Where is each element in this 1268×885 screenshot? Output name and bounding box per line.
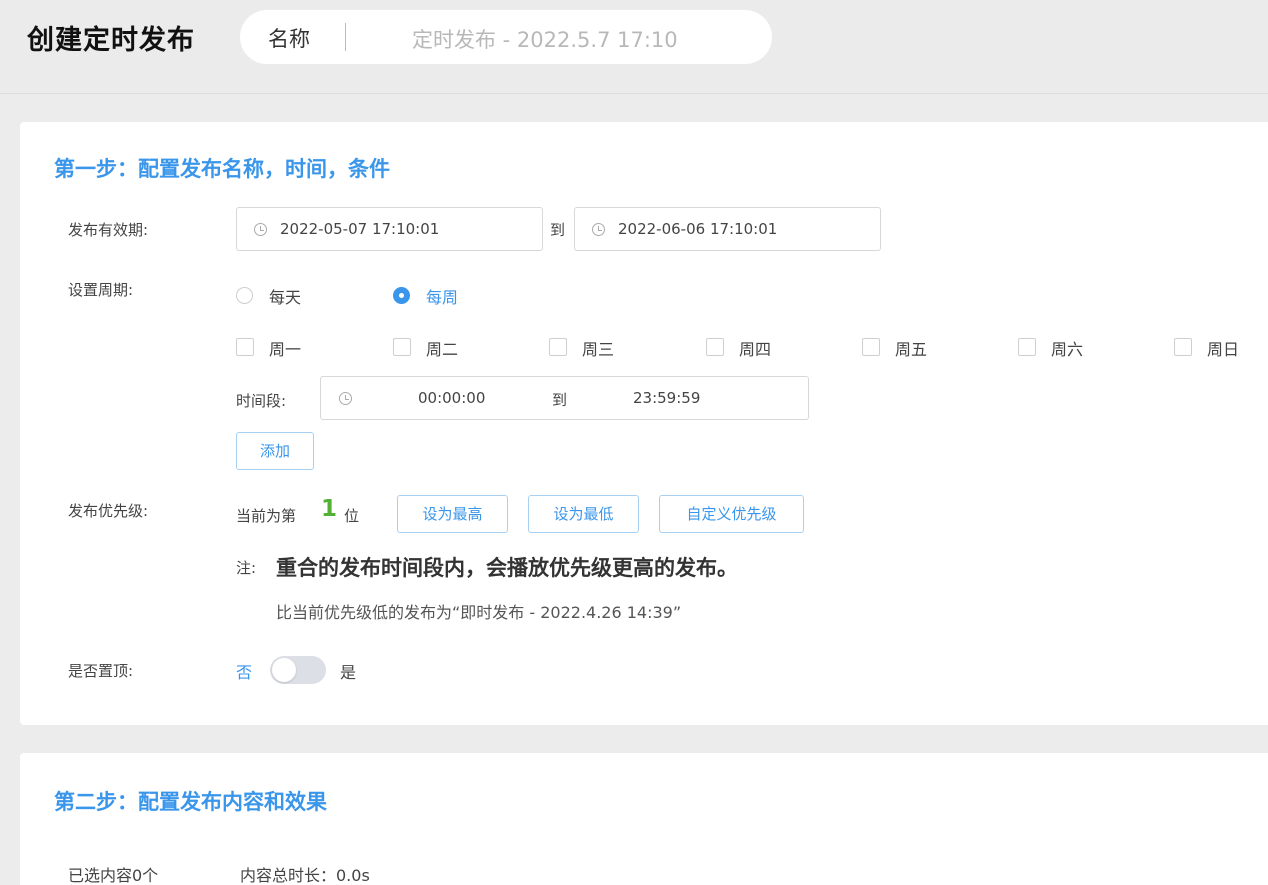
pin-top-on-label: 是 — [340, 663, 357, 682]
checkbox-sun[interactable] — [1174, 338, 1192, 356]
checkbox-wed[interactable] — [549, 338, 567, 356]
time-range-start: 00:00:00 — [418, 389, 486, 407]
note-prefix: 注: — [236, 559, 257, 577]
weekday-mon-label[interactable]: 周一 — [269, 336, 301, 360]
name-divider — [345, 23, 346, 51]
set-highest-button[interactable]: 设为最高 — [397, 495, 508, 533]
validity-end-value: 2022-06-06 17:10:01 — [618, 220, 778, 238]
validity-start-input[interactable]: 2022-05-07 17:10:01 — [236, 207, 543, 251]
validity-to-label: 到 — [550, 221, 566, 239]
validity-end-input[interactable]: 2022-06-06 17:10:01 — [574, 207, 881, 251]
priority-label: 发布优先级: — [68, 502, 149, 520]
note-sub-text: 比当前优先级低的发布为“即时发布 - 2022.4.26 14:39” — [276, 603, 682, 622]
weekday-wed-label[interactable]: 周三 — [582, 336, 614, 360]
step2-card: 第二步：配置发布内容和效果 已选内容0个 内容总时长：0.0s — [20, 753, 1268, 885]
time-range-end: 23:59:59 — [633, 389, 701, 407]
checkbox-thu[interactable] — [706, 338, 724, 356]
custom-priority-button[interactable]: 自定义优先级 — [659, 495, 804, 533]
step1-card: 第一步：配置发布名称，时间，条件 发布有效期: 2022-05-07 17:10… — [20, 122, 1268, 725]
clock-icon — [592, 223, 605, 236]
radio-weekly[interactable] — [393, 287, 410, 304]
weekday-sun-label[interactable]: 周日 — [1207, 336, 1239, 360]
add-button[interactable]: 添加 — [236, 432, 314, 470]
weekday-fri-label[interactable]: 周五 — [895, 336, 927, 360]
validity-label: 发布有效期: — [68, 221, 149, 239]
page-title: 创建定时发布 — [27, 25, 195, 56]
set-lowest-button[interactable]: 设为最低 — [528, 495, 639, 533]
clock-icon — [339, 392, 352, 405]
radio-daily[interactable] — [236, 287, 253, 304]
weekday-thu-label[interactable]: 周四 — [739, 336, 771, 360]
toggle-knob — [272, 658, 296, 682]
pin-top-label: 是否置顶: — [68, 662, 134, 680]
name-label: 名称 — [268, 27, 310, 51]
name-input[interactable]: 定时发布 - 2022.5.7 17:10 — [412, 24, 678, 54]
total-duration: 内容总时长：0.0s — [240, 866, 370, 885]
radio-daily-label[interactable]: 每天 — [269, 284, 301, 308]
time-range-input[interactable]: 00:00:00 到 23:59:59 — [320, 376, 809, 420]
clock-icon — [254, 223, 267, 236]
step2-title: 第二步：配置发布内容和效果 — [54, 790, 327, 814]
note-main-text: 重合的发布时间段内，会播放优先级更高的发布。 — [276, 556, 738, 580]
name-field[interactable]: 名称 定时发布 - 2022.5.7 17:10 — [240, 10, 772, 64]
time-range-label: 时间段: — [236, 392, 287, 410]
radio-weekly-label[interactable]: 每周 — [426, 284, 458, 308]
checkbox-mon[interactable] — [236, 338, 254, 356]
priority-current-prefix: 当前为第 — [236, 507, 297, 525]
period-label: 设置周期: — [68, 281, 134, 299]
step1-title: 第一步：配置发布名称，时间，条件 — [54, 157, 390, 181]
top-bar: 创建定时发布 名称 定时发布 - 2022.5.7 17:10 — [0, 0, 1268, 94]
selected-content-count: 已选内容0个 — [68, 866, 159, 885]
pin-top-toggle[interactable] — [270, 656, 326, 684]
checkbox-sat[interactable] — [1018, 338, 1036, 356]
priority-current-suffix: 位 — [344, 507, 360, 525]
pin-top-off-label: 否 — [236, 663, 253, 682]
time-range-to: 到 — [552, 391, 568, 409]
weekday-tue-label[interactable]: 周二 — [426, 336, 458, 360]
validity-start-value: 2022-05-07 17:10:01 — [280, 220, 440, 238]
checkbox-fri[interactable] — [862, 338, 880, 356]
checkbox-tue[interactable] — [393, 338, 411, 356]
priority-rank: 1 — [321, 496, 338, 522]
weekday-sat-label[interactable]: 周六 — [1051, 336, 1083, 360]
